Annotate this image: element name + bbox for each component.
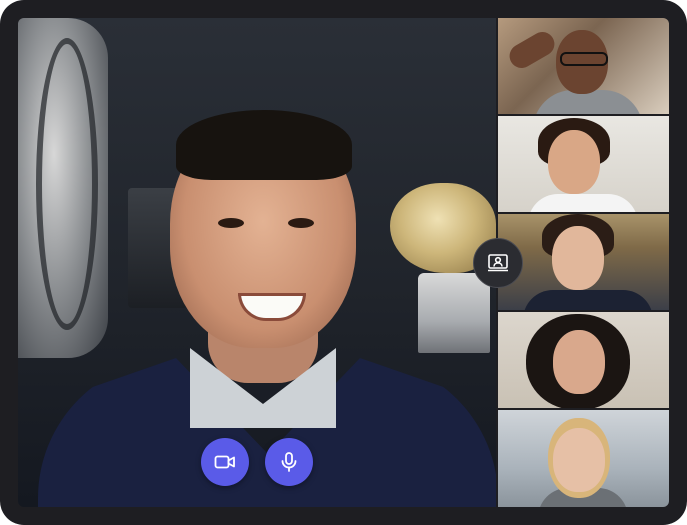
participant-avatar — [553, 330, 605, 394]
share-screen-button[interactable] — [473, 238, 523, 288]
participant-tile[interactable] — [498, 214, 669, 310]
participant-avatar — [553, 428, 605, 492]
participant-tile[interactable] — [498, 18, 669, 114]
participant-avatar — [552, 226, 604, 290]
video-camera-icon — [214, 455, 235, 469]
toggle-video-button[interactable] — [201, 438, 249, 486]
main-speaker-video[interactable] — [18, 18, 496, 507]
video-call-window — [0, 0, 687, 525]
participant-tile[interactable] — [498, 410, 669, 507]
participant-tile[interactable] — [498, 116, 669, 212]
background-trophy — [418, 273, 490, 353]
main-speaker-avatar — [38, 88, 496, 507]
background-poster — [18, 18, 108, 358]
participant-tile[interactable] — [498, 312, 669, 408]
microphone-icon — [281, 452, 297, 472]
share-screen-icon — [488, 254, 508, 272]
participant-avatar — [548, 130, 600, 194]
toggle-microphone-button[interactable] — [265, 438, 313, 486]
